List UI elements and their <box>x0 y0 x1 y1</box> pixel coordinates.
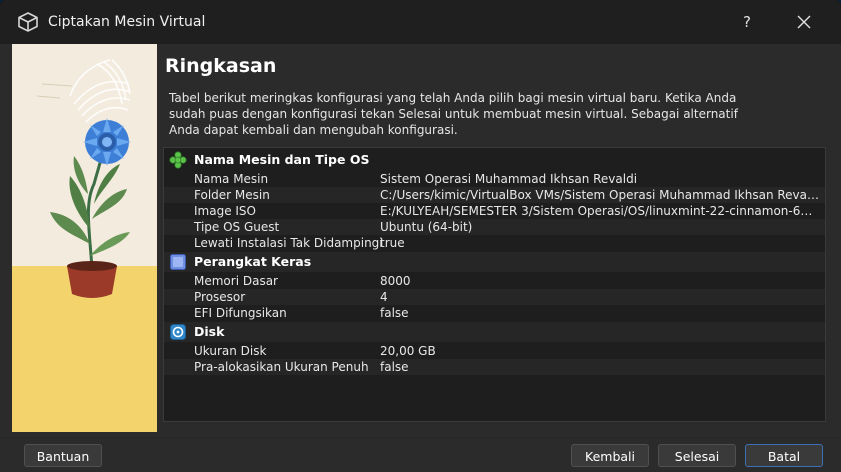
summary-row: Tipe OS Guest Ubuntu (64-bit) <box>164 219 825 235</box>
section-header-disk: Disk <box>164 322 825 342</box>
page-title: Ringkasan <box>165 55 277 77</box>
summary-row: Memori Dasar 8000 <box>164 273 825 289</box>
back-button[interactable]: Kembali <box>571 444 649 467</box>
summary-row: Folder Mesin C:/Users/kimic/VirtualBox V… <box>164 187 825 203</box>
cancel-button[interactable]: Batal <box>745 444 823 467</box>
row-key: Memori Dasar <box>194 274 278 288</box>
finish-button[interactable]: Selesai <box>658 444 736 467</box>
summary-table: Nama Mesin dan Tipe OS Nama Mesin Sistem… <box>163 147 826 422</box>
summary-row: Lewati Instalasi Tak Didampingi true <box>164 235 825 251</box>
section-title: Disk <box>194 324 225 339</box>
row-value: E:/KULYEAH/SEMESTER 3/Sistem Operasi/OS/… <box>380 204 820 218</box>
title-bar[interactable]: Ciptakan Mesin Virtual ? <box>0 0 841 44</box>
hardware-chip-icon <box>170 254 186 270</box>
summary-row: Ukuran Disk 20,00 GB <box>164 343 825 359</box>
row-key: EFI Difungsikan <box>194 306 287 320</box>
row-value: Sistem Operasi Muhammad Ikhsan Revaldi <box>380 172 638 186</box>
row-key: Prosesor <box>194 290 246 304</box>
row-key: Pra-alokasikan Ukuran Penuh <box>194 360 369 374</box>
button-bar-separator <box>0 437 841 438</box>
section-header-name-os: Nama Mesin dan Tipe OS <box>164 150 825 170</box>
row-value: 8000 <box>380 274 411 288</box>
page-description: Tabel berikut meringkas konfigurasi yang… <box>169 91 738 137</box>
row-value: false <box>380 306 409 320</box>
row-key: Image ISO <box>194 204 256 218</box>
summary-row: Nama Mesin Sistem Operasi Muhammad Ikhsa… <box>164 171 825 187</box>
blue-flower <box>83 118 131 166</box>
row-value: false <box>380 360 409 374</box>
summary-row: Prosesor 4 <box>164 289 825 305</box>
help-footer-button[interactable]: Bantuan <box>24 444 102 467</box>
create-vm-dialog: Ciptakan Mesin Virtual ? Ringkasan Tabel… <box>0 0 841 472</box>
summary-row: EFI Difungsikan false <box>164 305 825 321</box>
section-header-hardware: Perangkat Keras <box>164 252 825 272</box>
row-key: Tipe OS Guest <box>194 220 280 234</box>
window-title: Ciptakan Mesin Virtual <box>48 14 206 30</box>
section-title: Nama Mesin dan Tipe OS <box>194 152 370 167</box>
summary-row: Image ISO E:/KULYEAH/SEMESTER 3/Sistem O… <box>164 203 825 219</box>
row-key: Lewati Instalasi Tak Didampingi <box>194 236 383 250</box>
row-key: Ukuran Disk <box>194 344 267 358</box>
row-value: C:/Users/kimic/VirtualBox VMs/Sistem Ope… <box>380 188 820 202</box>
green-star-icon <box>169 151 187 169</box>
row-value: true <box>380 236 405 250</box>
section-title: Perangkat Keras <box>194 254 312 269</box>
row-key: Nama Mesin <box>194 172 269 186</box>
row-value: 4 <box>380 290 388 304</box>
plant-illustration <box>12 44 157 432</box>
wizard-illustration <box>12 44 157 432</box>
row-value: Ubuntu (64-bit) <box>380 220 473 234</box>
summary-row: Pra-alokasikan Ukuran Penuh false <box>164 359 825 375</box>
close-icon[interactable] <box>790 10 818 34</box>
row-key: Folder Mesin <box>194 188 270 202</box>
help-button[interactable]: ? <box>735 10 759 34</box>
disk-icon <box>170 324 186 340</box>
row-value: 20,00 GB <box>380 344 436 358</box>
virtualbox-cube-icon <box>18 12 38 32</box>
